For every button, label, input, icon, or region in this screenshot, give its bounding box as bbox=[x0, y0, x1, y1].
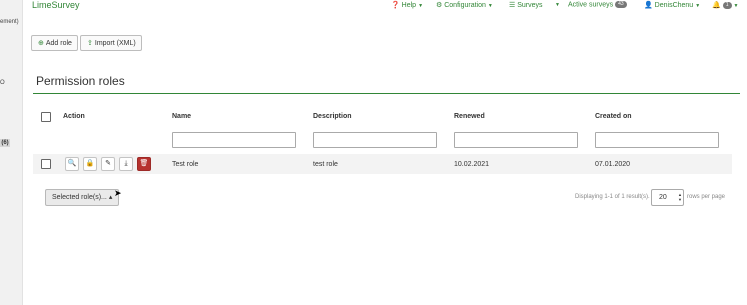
user-icon: 👤 bbox=[644, 2, 653, 9]
notifications-count-badge: 1 bbox=[722, 1, 732, 9]
notifications-menu[interactable]: 🔔 1 ▼ bbox=[712, 1, 738, 9]
upload-icon: ⇪ bbox=[87, 40, 93, 47]
selected-roles-label: Selected role(s)... bbox=[52, 194, 107, 201]
row-name: Test role bbox=[172, 161, 199, 168]
title-divider bbox=[33, 93, 740, 94]
edit-role-button[interactable]: ✎ bbox=[101, 157, 115, 171]
page-size-value: 20 bbox=[659, 194, 667, 201]
chevron-down-icon: ▼ bbox=[418, 3, 424, 9]
sidebar-text: ement) bbox=[0, 19, 19, 25]
name-filter-input[interactable] bbox=[172, 132, 296, 148]
import-xml-label: Import (XML) bbox=[94, 40, 136, 47]
caret-up-icon: ▴ bbox=[108, 194, 113, 201]
mouse-cursor-icon: ➤ bbox=[114, 188, 122, 198]
column-header-renewed[interactable]: Renewed bbox=[454, 113, 485, 120]
edit-permissions-button[interactable]: 🔒 bbox=[83, 157, 97, 171]
row-checkbox[interactable] bbox=[41, 159, 51, 169]
renewed-filter-input[interactable] bbox=[454, 132, 578, 148]
brand-logo[interactable]: LimeSurvey bbox=[32, 0, 80, 10]
surveys-dropdown-toggle[interactable]: ▼ bbox=[553, 1, 560, 8]
column-header-description[interactable]: Description bbox=[313, 113, 352, 120]
add-role-button[interactable]: ⊕ Add role bbox=[31, 35, 78, 51]
column-header-action: Action bbox=[63, 113, 85, 120]
lock-icon: 🔒 bbox=[85, 160, 95, 167]
sidebar-text: O bbox=[0, 80, 5, 86]
page-title: Permission roles bbox=[36, 74, 125, 88]
sidebar-count-badge: (6) bbox=[0, 139, 10, 147]
surveys-label: Surveys bbox=[517, 2, 543, 9]
delete-role-button[interactable]: 🗑 bbox=[137, 157, 151, 171]
trash-icon: 🗑 bbox=[139, 160, 149, 167]
configuration-label: Configuration bbox=[444, 2, 486, 9]
column-header-name[interactable]: Name bbox=[172, 113, 191, 120]
chevron-down-icon: ▼ bbox=[695, 3, 701, 9]
row-created-on: 07.01.2020 bbox=[595, 161, 631, 168]
left-sidebar-strip: ement) O (6) bbox=[0, 0, 22, 305]
configuration-menu[interactable]: ⚙ Configuration ▼ bbox=[436, 1, 493, 9]
help-label: Help bbox=[401, 2, 417, 9]
user-menu[interactable]: 👤 DenisChenu ▼ bbox=[644, 1, 700, 9]
edit-icon: ✎ bbox=[105, 160, 111, 167]
active-surveys-count-badge: 43 bbox=[615, 1, 627, 8]
gear-icon: ⚙ bbox=[436, 2, 443, 9]
list-icon: ☰ bbox=[509, 2, 516, 9]
search-icon: 🔍 bbox=[67, 160, 77, 167]
spinner-icon: ▲ ▼ bbox=[678, 192, 682, 202]
add-role-label: Add role bbox=[45, 40, 72, 47]
description-filter-input[interactable] bbox=[313, 132, 437, 148]
import-xml-button[interactable]: ⇪ Import (XML) bbox=[80, 35, 142, 51]
active-surveys-link[interactable]: Active surveys 43 bbox=[568, 1, 627, 8]
selected-roles-dropdown[interactable]: Selected role(s)... ▴ bbox=[45, 189, 119, 206]
help-icon: ❓ bbox=[391, 2, 400, 9]
top-navbar: LimeSurvey ❓ Help ▼ ⚙ Configuration ▼ ☰ Su… bbox=[23, 0, 747, 12]
rows-per-page-label: rows per page bbox=[687, 194, 726, 200]
row-description: test role bbox=[313, 161, 338, 168]
export-role-button[interactable]: ⤓ bbox=[119, 157, 133, 171]
select-all-checkbox[interactable] bbox=[41, 112, 51, 122]
chevron-down-icon: ▼ bbox=[555, 2, 560, 8]
download-icon: ⤓ bbox=[124, 160, 128, 167]
main-panel: LimeSurvey ❓ Help ▼ ⚙ Configuration ▼ ☰ Su… bbox=[22, 0, 747, 305]
plus-circle-icon: ⊕ bbox=[38, 40, 44, 47]
pagination-summary: Displaying 1-1 of 1 result(s). bbox=[575, 194, 650, 200]
chevron-down-icon: ▼ bbox=[733, 3, 739, 9]
view-role-button[interactable]: 🔍 bbox=[65, 157, 79, 171]
column-header-created-on[interactable]: Created on bbox=[595, 113, 632, 120]
page-size-select[interactable]: 20 ▲ ▼ bbox=[651, 189, 684, 206]
help-menu[interactable]: ❓ Help ▼ bbox=[391, 1, 423, 9]
user-name: DenisChenu bbox=[654, 2, 694, 9]
bell-icon: 🔔 bbox=[712, 2, 721, 9]
surveys-menu[interactable]: ☰ Surveys bbox=[509, 1, 543, 9]
chevron-down-icon: ▼ bbox=[487, 3, 493, 9]
created-on-filter-input[interactable] bbox=[595, 132, 719, 148]
row-renewed: 10.02.2021 bbox=[454, 161, 490, 168]
active-surveys-label: Active surveys bbox=[568, 1, 614, 9]
